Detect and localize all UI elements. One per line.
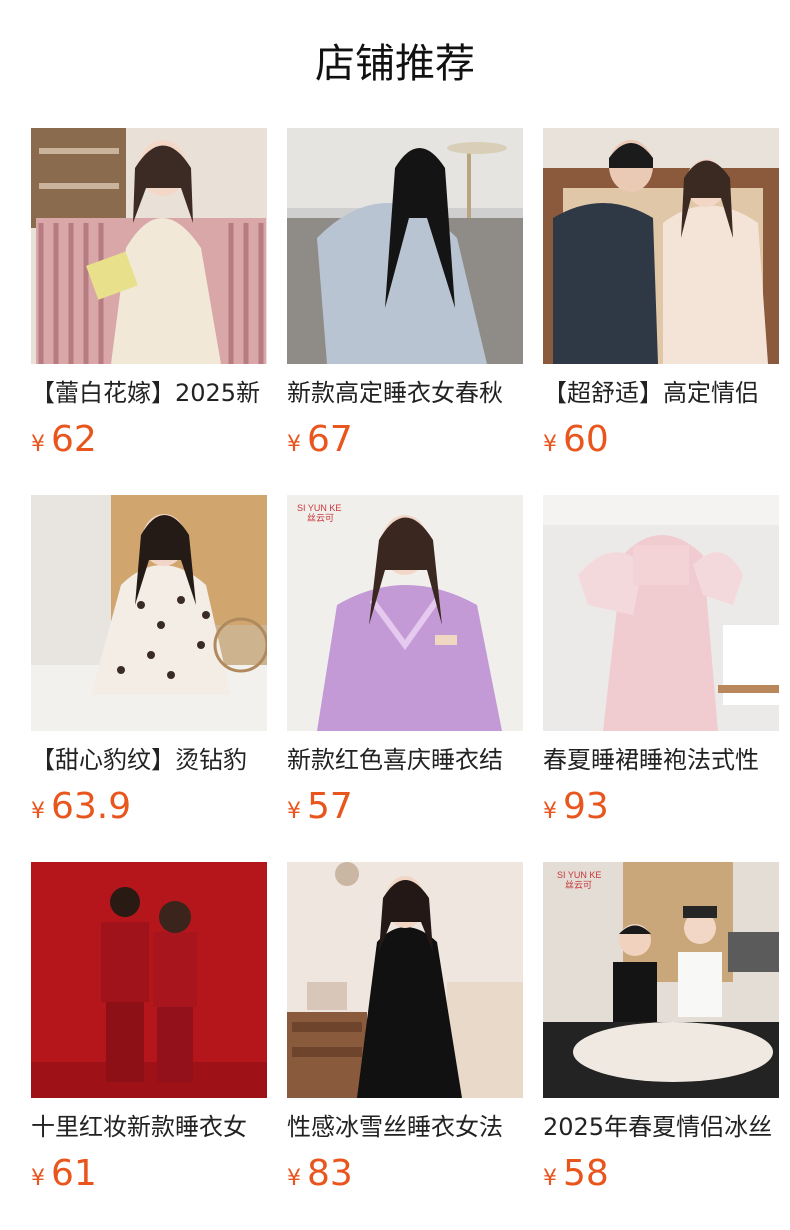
currency-symbol: ¥ xyxy=(543,799,557,824)
currency-symbol: ¥ xyxy=(543,1166,557,1191)
product-card[interactable]: 新款高定睡衣女春秋 ¥67 xyxy=(287,128,523,460)
product-card[interactable]: 【甜心豹纹】烫钻豹 ¥63.9 xyxy=(31,495,267,827)
product-name[interactable]: 春夏睡裙睡袍法式性 xyxy=(543,745,779,775)
product-image[interactable] xyxy=(543,495,779,731)
currency-symbol: ¥ xyxy=(31,799,45,824)
currency-symbol: ¥ xyxy=(287,432,301,457)
product-image[interactable] xyxy=(31,862,267,1098)
price-value: 58 xyxy=(563,1153,609,1194)
price-value: 61 xyxy=(51,1153,97,1194)
currency-symbol: ¥ xyxy=(543,432,557,457)
currency-symbol: ¥ xyxy=(31,1166,45,1191)
product-price: ¥93 xyxy=(543,785,779,829)
product-image[interactable]: SI YUN KE 丝云可 xyxy=(287,495,523,731)
price-value: 93 xyxy=(563,786,609,827)
brand-logo: SI YUN KE xyxy=(297,503,341,513)
price-value: 63.9 xyxy=(51,786,132,827)
product-image[interactable] xyxy=(31,128,267,364)
product-name[interactable]: 【超舒适】高定情侣 xyxy=(543,378,779,408)
product-card[interactable]: 性感冰雪丝睡衣女法 ¥83 xyxy=(287,862,523,1194)
currency-symbol: ¥ xyxy=(287,799,301,824)
product-image[interactable] xyxy=(287,862,523,1098)
product-card[interactable]: 春夏睡裙睡袍法式性 ¥93 xyxy=(543,495,779,827)
price-value: 57 xyxy=(307,786,353,827)
brand-logo: SI YUN KE xyxy=(557,870,601,880)
currency-symbol: ¥ xyxy=(31,432,45,457)
product-price: ¥57 xyxy=(287,785,523,829)
product-price: ¥67 xyxy=(287,418,523,462)
product-name[interactable]: 新款红色喜庆睡衣结 xyxy=(287,745,523,775)
product-card[interactable]: 【蕾白花嫁】2025新 ¥62 xyxy=(31,128,267,460)
product-card[interactable]: 十里红妆新款睡衣女 ¥61 xyxy=(31,862,267,1194)
product-card[interactable]: SI YUN KE 丝云可 2025年春夏情侣冰丝 ¥58 xyxy=(543,862,779,1194)
product-name[interactable]: 十里红妆新款睡衣女 xyxy=(31,1112,267,1142)
product-name[interactable]: 【甜心豹纹】烫钻豹 xyxy=(31,745,267,775)
product-price: ¥61 xyxy=(31,1152,267,1196)
product-image[interactable] xyxy=(31,495,267,731)
product-name[interactable]: 【蕾白花嫁】2025新 xyxy=(31,378,267,408)
product-price: ¥83 xyxy=(287,1152,523,1196)
product-name[interactable]: 2025年春夏情侣冰丝 xyxy=(543,1112,779,1142)
price-value: 67 xyxy=(307,419,353,460)
price-value: 62 xyxy=(51,419,97,460)
product-image[interactable] xyxy=(287,128,523,364)
page-title: 店铺推荐 xyxy=(315,41,475,87)
brand-logo: 丝云可 xyxy=(307,512,334,523)
product-price: ¥63.9 xyxy=(31,785,267,829)
price-value: 60 xyxy=(563,419,609,460)
product-name[interactable]: 新款高定睡衣女春秋 xyxy=(287,378,523,408)
product-price: ¥60 xyxy=(543,418,779,462)
product-name[interactable]: 性感冰雪丝睡衣女法 xyxy=(287,1112,523,1142)
product-image[interactable]: SI YUN KE 丝云可 xyxy=(543,862,779,1098)
product-price: ¥62 xyxy=(31,418,267,462)
price-value: 83 xyxy=(307,1153,353,1194)
currency-symbol: ¥ xyxy=(287,1166,301,1191)
product-card[interactable]: SI YUN KE 丝云可 新款红色喜庆睡衣结 ¥57 xyxy=(287,495,523,827)
product-price: ¥58 xyxy=(543,1152,779,1196)
product-image[interactable] xyxy=(543,128,779,364)
product-card[interactable]: 【超舒适】高定情侣 ¥60 xyxy=(543,128,779,460)
brand-logo: 丝云可 xyxy=(565,879,592,890)
